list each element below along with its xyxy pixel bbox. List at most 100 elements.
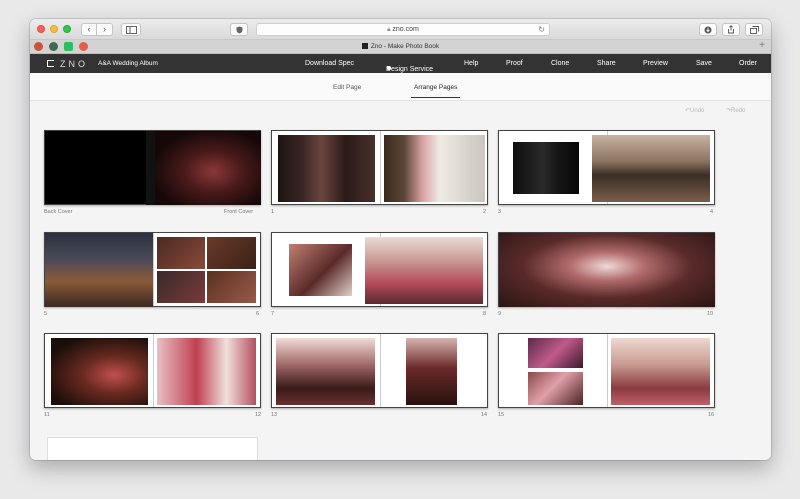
page-photo [611,338,710,405]
page-number: 11 [44,412,50,418]
page-number: 10 [707,311,714,317]
downloads-button[interactable] [699,23,717,36]
page-photo [528,338,583,368]
page-number: 3 [498,209,502,215]
spread-spine [152,334,154,407]
spread-5-6[interactable] [44,232,261,307]
order-button[interactable]: Order [739,60,757,67]
page-number: 7 [271,311,275,317]
spread-spine [379,131,381,204]
browser-toolbar: ‹ › 🔒︎ zno.com ↻ [30,19,771,40]
page-number: 6 [256,311,260,317]
redo-button[interactable]: ↷Redo [726,107,745,114]
page-photo [157,338,256,405]
proof-button[interactable]: Proof [506,60,523,67]
help-button[interactable]: Help [464,60,478,67]
clone-button[interactable]: Clone [551,60,569,67]
chevron-right-icon: › [103,23,106,34]
page-photo [45,233,153,307]
spread-13-14[interactable] [271,333,488,408]
minimize-window-button[interactable] [50,25,58,33]
window-controls [37,25,71,33]
spread-9-10[interactable] [498,232,715,307]
download-icon [704,26,712,34]
new-tab-button[interactable]: + [759,40,765,51]
page-number: 5 [44,311,48,317]
spread-spine [606,334,608,407]
view-tabs: Edit Page Arrange Pages [30,73,771,101]
spread-11-12[interactable] [44,333,261,408]
spread-placeholder[interactable] [47,437,258,460]
page-number: 15 [498,412,505,418]
address-bar[interactable]: 🔒︎ zno.com ↻ [256,23,550,36]
page-photo [157,271,205,303]
spread-spine [379,334,381,407]
spread-7-8[interactable] [271,232,488,307]
tab-bar: Zno - Make Photo Book + [30,40,771,54]
tab-title: Zno - Make Photo Book [370,43,440,50]
preview-button[interactable]: Preview [643,60,668,67]
page-photo [51,338,148,405]
zoom-window-button[interactable] [63,25,71,33]
page-number: 2 [483,209,487,215]
share-button[interactable]: Share [597,60,616,67]
page-photo [406,338,457,405]
tabs-overview-button[interactable] [745,23,763,36]
sidebar-toggle-button[interactable] [121,22,141,36]
shield-icon [236,26,242,34]
lock-icon: 🔒︎ [387,27,391,33]
download-spec-button[interactable]: Download Spec [305,60,354,67]
page-photo [513,142,579,194]
chevron-left-icon: ‹ [87,23,91,34]
reload-icon[interactable]: ↻ [538,24,545,35]
undo-button[interactable]: ↶Undo [685,107,704,114]
page-photo [528,372,583,405]
zno-favicon [361,43,368,49]
cover-spine [146,131,155,205]
spread-spine [152,233,154,306]
history-nav: ‹ › [81,22,113,36]
page-photo [384,135,485,202]
toolbar-right [699,23,763,36]
page-number: 16 [708,412,715,418]
active-tab[interactable]: Zno - Make Photo Book [30,43,771,50]
share-icon [728,25,734,34]
tabs-icon [749,26,759,34]
page-photo [499,233,715,307]
page-number: 1 [271,209,275,215]
page-number: 8 [483,311,487,317]
back-cover-label: Back Cover [44,209,73,215]
tab-arrange-pages[interactable]: Arrange Pages [410,84,461,98]
privacy-button[interactable] [230,23,248,36]
page-number: 4 [710,209,714,215]
browser-window: ‹ › 🔒︎ zno.com ↻ Zno - Make Photo Book +… [30,19,771,460]
front-cover-label: Front Cover [224,209,254,215]
spread-1-2[interactable] [271,130,488,205]
back-button[interactable]: ‹ [81,22,97,36]
page-photo [278,135,375,202]
cover-photo [155,131,261,205]
page-number: 14 [481,412,488,418]
page-number: 13 [271,412,278,418]
url-text: zno.com [392,26,419,33]
close-window-button[interactable] [37,25,45,33]
page-number: 12 [255,412,262,418]
page-photo [592,135,710,202]
app-nav: Download Spec Design Service Help Proof … [30,54,771,73]
page-photo [207,237,256,269]
save-button[interactable]: Save [696,60,712,67]
forward-button[interactable]: › [97,22,113,36]
page-number: 9 [498,311,502,317]
page-photo [157,237,205,269]
notification-dot [387,66,391,70]
app-header: ZNO A&A Wedding Album Download Spec Desi… [30,54,771,73]
page-photo [276,338,375,405]
tab-edit-page[interactable]: Edit Page [333,84,361,91]
design-service-label: Design Service [386,66,434,73]
spread-3-4[interactable] [498,130,715,205]
spread-15-16[interactable] [498,333,715,408]
share-browser-button[interactable] [722,23,740,36]
page-photo [207,271,256,303]
page-photo [365,237,483,304]
cover-spread[interactable] [44,130,261,205]
